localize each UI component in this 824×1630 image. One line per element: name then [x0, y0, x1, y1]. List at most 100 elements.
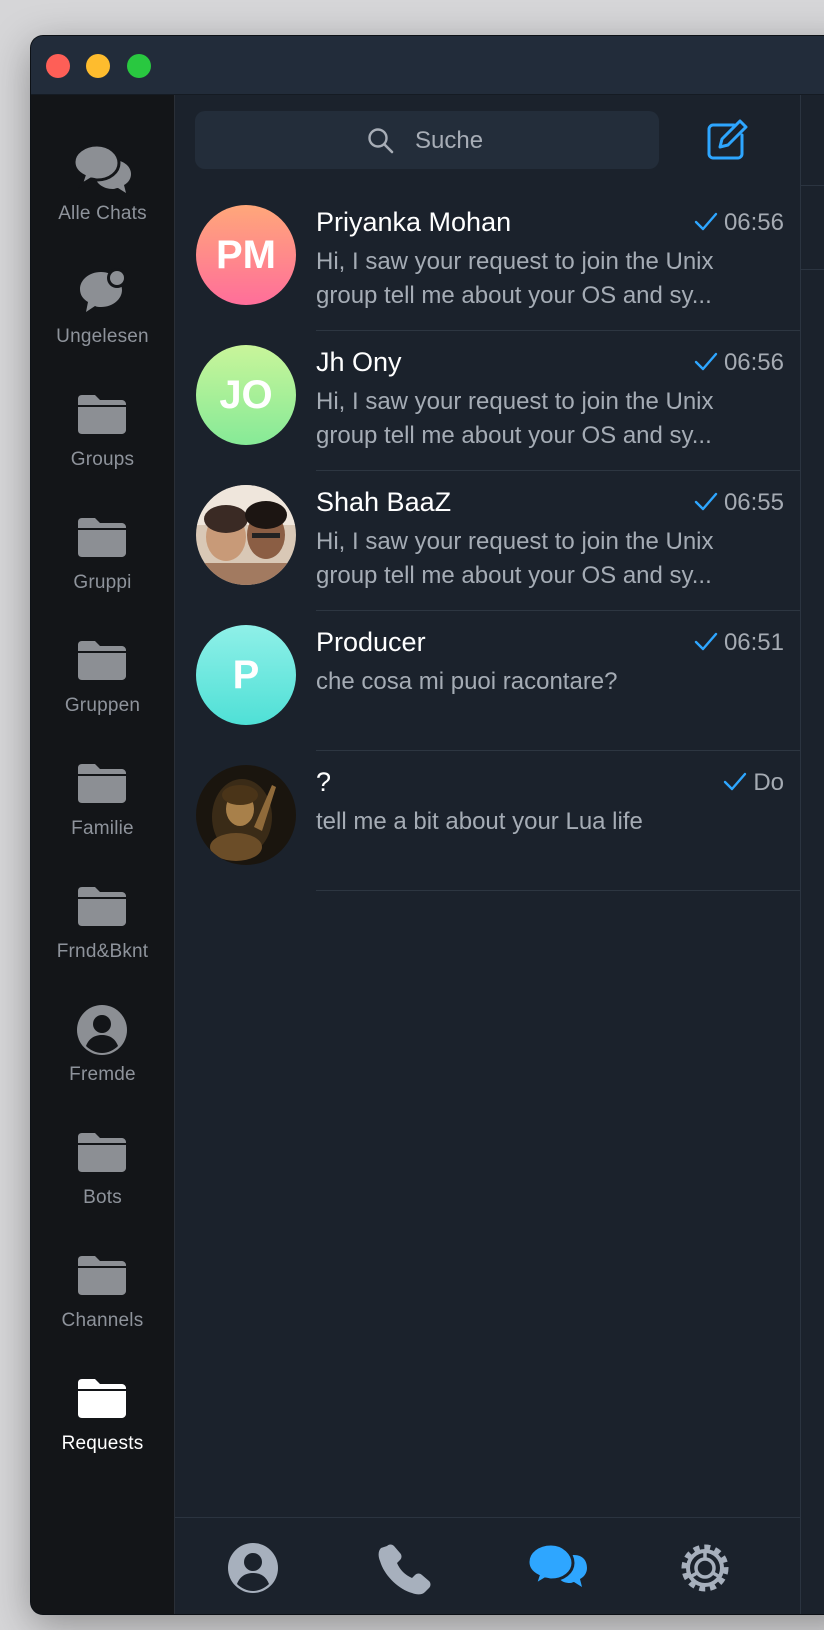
read-check-icon — [724, 772, 747, 790]
folder-channels[interactable]: Channels — [31, 1246, 174, 1356]
folder-groups[interactable]: Groups — [31, 385, 174, 495]
chat-row-jh-ony[interactable]: JO Jh Ony 06:56 Hi, I saw your request t… — [175, 331, 800, 471]
compose-new-message-button[interactable] — [704, 119, 748, 163]
avatar: JO — [196, 345, 296, 445]
folder-gruppi[interactable]: Gruppi — [31, 508, 174, 618]
chat-time-text: 06:56 — [723, 349, 784, 376]
preview-line: group tell me about your OS and sy... — [316, 422, 712, 449]
folder-familie[interactable]: Familie — [31, 754, 174, 864]
chats-bubbles-icon — [72, 143, 131, 193]
avatar-photo — [196, 485, 296, 585]
chat-name: Priyanka Mohan — [316, 207, 512, 237]
preview-line: che cosa mi puoi racontare? — [316, 668, 618, 695]
chat-row-unknown[interactable]: ? Do tell me a bit about your Lua life — [175, 751, 800, 891]
profile-photo — [196, 765, 296, 865]
folder-bots[interactable]: Bots — [31, 1123, 174, 1233]
chat-name: Jh Ony — [316, 347, 402, 377]
folder-icon — [78, 518, 126, 557]
read-check-icon — [694, 632, 718, 650]
read-check-icon — [694, 212, 718, 230]
avatar: PM — [196, 205, 296, 305]
folder-requests[interactable]: Requests — [31, 1369, 174, 1479]
chat-time: 06:56 — [694, 209, 784, 237]
avatar-initials: P — [232, 653, 260, 697]
avatar-initials: JO — [219, 373, 273, 417]
folder-label: Ungelesen — [56, 326, 149, 347]
chat-preview: che cosa mi puoi racontare? — [316, 665, 776, 699]
zoom-window-button[interactable] — [127, 54, 151, 78]
folder-label: Fremde — [69, 1064, 136, 1085]
search-icon — [368, 128, 394, 154]
chat-detail-pane-edge — [801, 95, 824, 1614]
avatar: P — [196, 625, 296, 725]
chat-name: Producer — [316, 627, 426, 657]
unread-bubble-icon — [80, 268, 127, 312]
folder-icon — [78, 1256, 126, 1295]
row-divider — [316, 890, 800, 891]
folder-frnd-bknt[interactable]: Frnd&Bknt — [31, 877, 174, 987]
chat-time-text: Do — [753, 769, 784, 796]
chat-row-shah-baaz[interactable]: Shah BaaZ 06:55 Hi, I saw your request t… — [175, 471, 800, 611]
folder-icon — [78, 395, 126, 434]
chat-list: PM Priyanka Mohan 06:56 Hi, I saw your r… — [175, 191, 800, 891]
folder-icon — [78, 887, 126, 926]
avatar-photo — [196, 765, 296, 865]
search-placeholder: Suche — [415, 127, 484, 154]
preview-line: tell me a bit about your Lua life — [316, 808, 643, 835]
chat-list-pane: Suche PM Priyanka Mohan 06:56 Hi, I saw … — [175, 95, 801, 1614]
contacts-icon[interactable] — [223, 1540, 283, 1596]
folder-label: Requests — [61, 1433, 144, 1454]
chat-row-priyanka-mohan[interactable]: PM Priyanka Mohan 06:56 Hi, I saw your r… — [175, 191, 800, 331]
settings-gear-icon[interactable] — [675, 1540, 735, 1596]
folder-label: Gruppen — [64, 695, 141, 716]
chat-time: 06:55 — [694, 489, 784, 517]
chat-time: 06:56 — [694, 349, 784, 377]
folder-alle-chats[interactable]: Alle Chats — [31, 139, 174, 249]
minimize-window-button[interactable] — [86, 54, 110, 78]
person-circle-icon — [77, 1005, 127, 1055]
divider — [801, 185, 824, 186]
folder-fremde[interactable]: Fremde — [31, 1000, 174, 1110]
chat-preview: Hi, I saw your request to join the Unix … — [316, 525, 776, 593]
folder-label: Familie — [71, 818, 134, 839]
title-bar — [31, 36, 824, 95]
chat-name: ? — [316, 767, 332, 797]
preview-line: Hi, I saw your request to join the Unix — [316, 248, 714, 275]
bottom-tab-bar — [175, 1517, 800, 1614]
chat-time: 06:51 — [694, 629, 784, 657]
folder-ungelesen[interactable]: Ungelesen — [31, 262, 174, 372]
avatar-initials: PM — [216, 233, 276, 277]
preview-line: group tell me about your OS and sy... — [316, 562, 712, 589]
chat-preview: Hi, I saw your request to join the Unix … — [316, 385, 776, 453]
divider — [801, 269, 824, 270]
chat-time: Do — [723, 769, 784, 797]
folder-icon — [78, 1379, 126, 1418]
close-window-button[interactable] — [46, 54, 70, 78]
chat-name: Shah BaaZ — [316, 487, 452, 517]
preview-line: group tell me about your OS and sy... — [316, 282, 712, 309]
folder-sidebar: Alle Chats Ungelesen Groups Gruppi Grupp… — [31, 95, 175, 1614]
folder-label: Alle Chats — [58, 203, 147, 224]
folder-icon — [78, 641, 126, 680]
folder-label: Groups — [70, 449, 135, 470]
search-field[interactable]: Suche — [195, 111, 659, 169]
folder-label: Channels — [61, 1310, 144, 1331]
folder-label: Frnd&Bknt — [56, 941, 149, 962]
chats-icon[interactable] — [527, 1540, 587, 1596]
read-check-icon — [694, 352, 718, 370]
chat-row-producer[interactable]: P Producer 06:51 che cosa mi puoi racont… — [175, 611, 800, 751]
chat-time-text: 06:51 — [723, 629, 784, 656]
folder-label: Gruppi — [73, 572, 132, 593]
chat-preview: Hi, I saw your request to join the Unix … — [316, 245, 776, 313]
folder-label: Bots — [83, 1187, 122, 1208]
preview-line: Hi, I saw your request to join the Unix — [316, 528, 714, 555]
profile-photo — [196, 485, 296, 585]
telegram-window: Alle Chats Ungelesen Groups Gruppi Grupp… — [31, 36, 824, 1614]
folder-icon — [78, 1133, 126, 1172]
chat-time-text: 06:56 — [723, 209, 784, 236]
folder-icon — [78, 764, 126, 803]
chat-time-text: 06:55 — [723, 489, 784, 516]
phone-icon[interactable] — [375, 1540, 435, 1596]
folder-gruppen[interactable]: Gruppen — [31, 631, 174, 741]
read-check-icon — [694, 492, 718, 510]
